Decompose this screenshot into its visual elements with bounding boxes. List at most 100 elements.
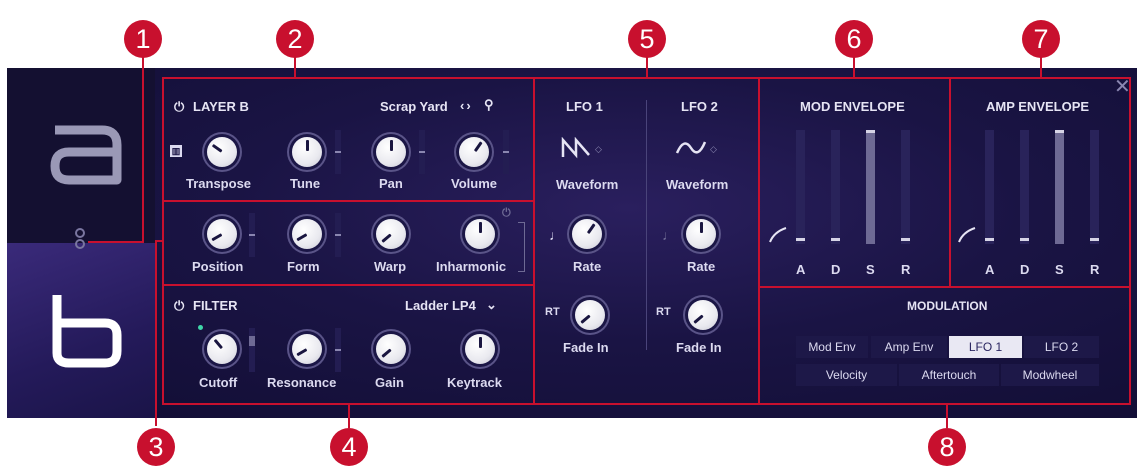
preset-name[interactable]: Scrap Yard (380, 99, 448, 114)
amp-env-r-label: R (1090, 262, 1100, 277)
callout-7-line (1040, 56, 1042, 78)
position-label: Position (192, 259, 244, 274)
mod-source-modwheel[interactable]: Modwheel (1001, 364, 1099, 386)
amp-env-d-label: D (1020, 262, 1030, 277)
mod-env-release-slider[interactable] (901, 130, 910, 244)
lfo1-rt-toggle[interactable]: RT (545, 306, 560, 318)
mod-source-mod-env[interactable]: Mod Env (796, 336, 868, 358)
inharmonic-label: Inharmonic (436, 259, 507, 274)
amp-env-a-label: A (985, 262, 995, 277)
warp-label: Warp (374, 259, 407, 274)
lfo2-waveform-label: Waveform (666, 177, 729, 192)
amp-envelope-title: AMP ENVELOPE (986, 99, 1090, 114)
layer-a-logo-icon (50, 125, 122, 185)
layer-power-icon[interactable]: ⏻ (174, 99, 184, 115)
mod-env-curve-icon[interactable] (768, 226, 788, 244)
preset-prev-next-icon[interactable]: ‹› (460, 98, 473, 113)
mod-env-d-label: D (831, 262, 841, 277)
modulation-title: MODULATION (907, 299, 988, 313)
lfo1-fade-in-label: Fade In (563, 340, 609, 355)
svg-text:◇: ◇ (595, 145, 602, 155)
lfo2-rt-toggle[interactable]: RT (656, 306, 671, 318)
chevron-down-icon[interactable]: ⌄ (486, 297, 497, 313)
sawtooth-wave-icon[interactable]: ◇ (561, 137, 605, 159)
filter-title: FILTER (193, 298, 238, 313)
form-meter (335, 213, 341, 257)
position-meter (249, 213, 255, 257)
lfo2-sync-note-icon[interactable]: ♩ (662, 227, 676, 243)
cutoff-meter (249, 328, 255, 372)
form-knob[interactable] (292, 219, 322, 249)
callout-5: 5 (628, 20, 666, 58)
lfo-divider (646, 100, 647, 350)
mod-source-lfo2[interactable]: LFO 2 (1024, 336, 1099, 358)
resonance-label: Resonance (267, 375, 337, 390)
amp-env-release-slider[interactable] (1090, 130, 1099, 244)
callout-1: 1 (124, 20, 162, 58)
mod-env-decay-slider[interactable] (831, 130, 840, 244)
cutoff-label: Cutoff (199, 375, 238, 390)
lfo2-rate-knob[interactable] (686, 219, 716, 249)
layer-a-slot[interactable] (7, 68, 155, 243)
volume-label: Volume (451, 176, 497, 191)
preset-search-icon[interactable]: ⚲ (484, 97, 494, 113)
transpose-label: Transpose (186, 176, 252, 191)
pan-knob[interactable] (376, 137, 406, 167)
gain-label: Gain (375, 375, 404, 390)
callout-1-line-h (88, 241, 144, 243)
cutoff-knob[interactable] (207, 334, 237, 364)
cutoff-mod-indicator (198, 325, 203, 330)
keytrack-knob[interactable] (465, 334, 495, 364)
tune-knob[interactable] (292, 137, 322, 167)
pan-meter (419, 130, 425, 174)
lfo1-rate-knob[interactable] (572, 219, 602, 249)
volume-knob[interactable] (459, 137, 489, 167)
lfo1-waveform-label: Waveform (556, 177, 619, 192)
warp-knob[interactable] (376, 219, 406, 249)
keyboard-icon[interactable]: ▥ (170, 145, 182, 157)
filter-power-icon[interactable]: ⏻ (174, 298, 184, 314)
amp-env-curve-icon[interactable] (957, 226, 977, 244)
callout-3-line-h (155, 240, 164, 242)
amp-env-sustain-slider[interactable] (1055, 130, 1064, 244)
lfo1-rate-label: Rate (573, 259, 602, 274)
amp-env-attack-slider[interactable] (985, 130, 994, 244)
lfo1-fade-in-knob[interactable] (575, 300, 605, 330)
callout-5-line (646, 56, 648, 78)
mod-source-aftertouch[interactable]: Aftertouch (899, 364, 999, 386)
lfo2-fade-in-knob[interactable] (688, 300, 718, 330)
transpose-knob[interactable] (207, 137, 237, 167)
inharmonic-power-icon[interactable]: ⏻ (502, 207, 511, 220)
resonance-meter (335, 328, 341, 372)
callout-4: 4 (330, 428, 368, 466)
gain-knob[interactable] (376, 334, 406, 364)
layer-title: LAYER B (193, 99, 249, 114)
mod-env-a-label: A (796, 262, 806, 277)
lfo2-fade-in-label: Fade In (676, 340, 722, 355)
layer-b-logo-icon (52, 295, 122, 368)
resonance-knob[interactable] (292, 334, 322, 364)
sine-wave-icon[interactable]: ◇ (675, 137, 719, 159)
lfo1-sync-note-icon[interactable]: ♩ (549, 227, 563, 243)
form-label: Form (287, 259, 320, 274)
mod-source-lfo1[interactable]: LFO 1 (949, 336, 1022, 358)
volume-meter (503, 130, 509, 174)
filter-type-select[interactable]: Ladder LP4 (405, 298, 476, 313)
callout-8: 8 (928, 428, 966, 466)
link-chain-icon[interactable] (73, 227, 87, 251)
amp-env-decay-slider[interactable] (1020, 130, 1029, 244)
mod-env-sustain-slider[interactable] (866, 130, 875, 244)
layer-b-slot[interactable] (7, 243, 155, 418)
callout-3-line (155, 240, 157, 426)
mod-source-amp-env[interactable]: Amp Env (871, 336, 947, 358)
tune-meter (335, 130, 341, 174)
tune-label: Tune (290, 176, 321, 191)
mod-env-attack-slider[interactable] (796, 130, 805, 244)
callout-7: 7 (1022, 20, 1060, 58)
callout-8-line (946, 404, 948, 428)
inharmonic-knob[interactable] (465, 219, 495, 249)
mod-source-velocity[interactable]: Velocity (796, 364, 897, 386)
pan-label: Pan (379, 176, 403, 191)
callout-6-line (853, 56, 855, 78)
position-knob[interactable] (207, 219, 237, 249)
